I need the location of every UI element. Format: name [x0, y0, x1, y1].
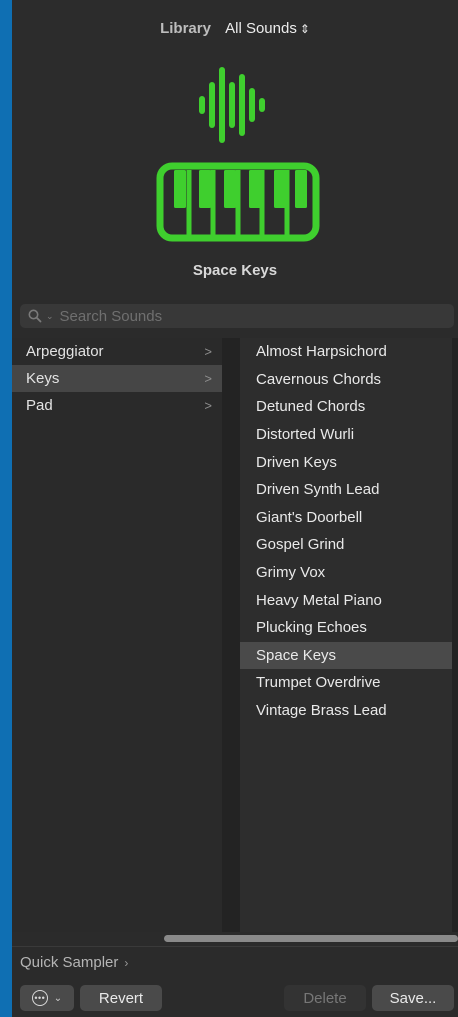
sound-item[interactable]: Detuned Chords — [240, 393, 452, 421]
sound-item[interactable]: Vintage Brass Lead — [240, 697, 452, 725]
sound-item[interactable]: Grimy Vox — [240, 559, 452, 587]
category-item-selected[interactable]: Keys > — [12, 365, 222, 392]
library-label: Library — [160, 20, 211, 37]
chevron-right-icon: > — [204, 398, 212, 413]
sound-filter-label: All Sounds — [225, 20, 297, 37]
library-panel: Library All Sounds ⇕ Space Keys ⌄ Search… — [12, 0, 458, 1017]
plugin-selector[interactable]: Quick Sampler › — [12, 946, 458, 978]
sound-list-column: Almost Harpsichord Cavernous Chords Detu… — [240, 338, 452, 932]
category-column: Arpeggiator > Keys > Pad > — [12, 338, 222, 932]
search-icon[interactable] — [28, 309, 46, 323]
horizontal-scrollbar[interactable] — [12, 932, 458, 944]
search-placeholder: Search Sounds — [59, 307, 163, 325]
chevron-right-icon: > — [204, 371, 212, 386]
category-label: Arpeggiator — [26, 343, 104, 360]
sound-item[interactable]: Almost Harpsichord — [240, 338, 452, 366]
column-edge — [452, 338, 458, 932]
sound-item[interactable]: Driven Keys — [240, 448, 452, 476]
sound-item[interactable]: Trumpet Overdrive — [240, 669, 452, 697]
sound-item[interactable]: Cavernous Chords — [240, 366, 452, 394]
up-down-chevron-icon: ⇕ — [299, 22, 310, 36]
plugin-label: Quick Sampler — [20, 954, 119, 971]
piano-keyboard-icon — [156, 67, 320, 242]
sound-item-selected[interactable]: Space Keys — [240, 641, 452, 670]
chevron-right-icon: > — [204, 344, 212, 359]
footer-bar: ••• ⌄ Revert Delete Save... — [12, 980, 458, 1017]
current-preset-name: Space Keys — [192, 262, 278, 279]
library-title-row: Library All Sounds ⇕ — [12, 20, 458, 37]
chevron-right-icon: › — [124, 955, 129, 970]
scrollbar-thumb[interactable] — [164, 935, 458, 942]
search-options-chevron-icon[interactable]: ⌄ — [46, 311, 54, 322]
revert-button[interactable]: Revert — [80, 985, 162, 1011]
sound-item[interactable]: Giant's Doorbell — [240, 504, 452, 532]
search-field[interactable]: ⌄ Search Sounds — [20, 304, 454, 328]
sound-item[interactable]: Driven Synth Lead — [240, 476, 452, 504]
sound-item[interactable]: Plucking Echoes — [240, 614, 452, 642]
library-header: Library All Sounds ⇕ Space Keys — [12, 0, 458, 300]
save-button[interactable]: Save... — [372, 985, 454, 1011]
sound-filter-popup[interactable]: All Sounds ⇕ — [225, 20, 310, 37]
action-menu-button[interactable]: ••• ⌄ — [20, 985, 74, 1011]
category-label: Pad — [26, 397, 53, 414]
column-divider — [222, 338, 240, 932]
sound-item[interactable]: Gospel Grind — [240, 531, 452, 559]
category-item[interactable]: Pad > — [12, 392, 222, 419]
sound-item[interactable]: Distorted Wurli — [240, 421, 452, 449]
chevron-down-icon: ⌄ — [53, 992, 63, 1004]
ellipsis-circle-icon: ••• — [31, 990, 48, 1006]
instrument-artwork — [12, 62, 458, 246]
delete-button[interactable]: Delete — [284, 985, 366, 1011]
category-label: Keys — [26, 370, 60, 387]
sound-item[interactable]: Heavy Metal Piano — [240, 586, 452, 614]
category-item[interactable]: Arpeggiator > — [12, 338, 222, 365]
